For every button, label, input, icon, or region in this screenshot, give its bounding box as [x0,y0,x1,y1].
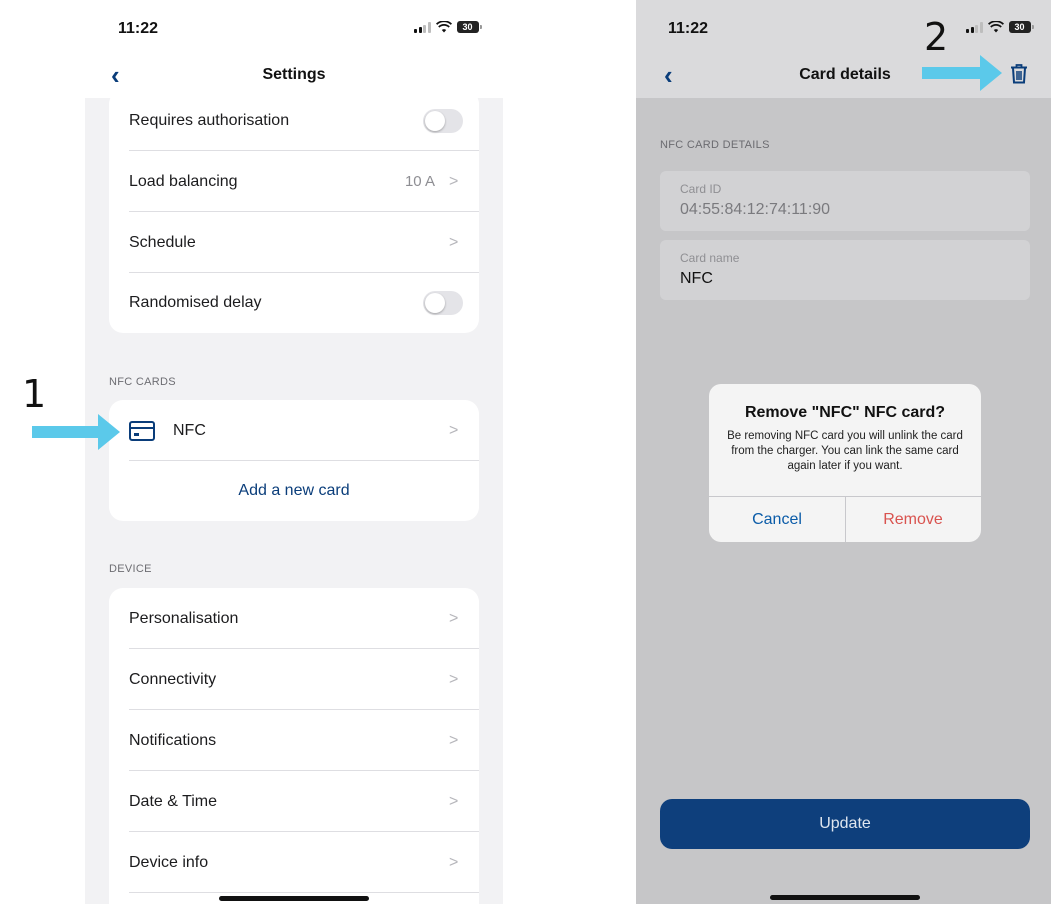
signal-icon [966,21,983,33]
battery-level: 30 [1014,22,1025,32]
settings-card: Requires authorisation Load balancing 10… [109,90,479,333]
settings-row-requires-authorisation: Requires authorisation [129,90,479,151]
step-1-label: 1 [22,372,47,416]
add-new-card-button[interactable]: Add a new card [109,461,479,521]
step-2-arrow [922,67,988,79]
row-label: Randomised delay [129,293,262,311]
home-indicator [770,895,920,900]
chevron-right-icon: > [449,853,459,871]
credit-card-icon [129,420,155,441]
chevron-right-icon: > [449,609,459,627]
nfc-card-label: NFC [173,421,206,439]
status-icons: 30 [966,21,1034,33]
card-name-label: Card name [680,251,740,265]
dialog-title: Remove "NFC" NFC card? [744,404,946,421]
device-row-connectivity[interactable]: Connectivity > [129,649,479,710]
chevron-right-icon: > [449,731,459,749]
settings-screen: 11:22 30 ‹ Settings Requires authorisati… [85,0,503,904]
chevron-right-icon: > [449,792,459,810]
step-2-label: 2 [924,15,949,59]
device-row-notifications[interactable]: Notifications > [129,710,479,771]
chevron-right-icon: > [449,670,459,688]
home-indicator [219,896,369,901]
signal-icon [414,21,431,33]
status-time: 11:22 [668,20,709,37]
card-id-field: Card ID 04:55:84:12:74:11:90 [660,171,1030,231]
settings-row-load-balancing[interactable]: Load balancing 10 A > [129,151,479,212]
device-row-device-info[interactable]: Device info > [129,832,479,893]
row-label: Device info [129,853,209,871]
nfc-card-details-header: NFC CARD DETAILS [660,139,770,151]
nfc-cards-card: NFC > Add a new card [109,400,479,521]
chevron-right-icon: > [449,233,459,251]
arrow-right-icon [98,414,120,450]
device-row-date-time[interactable]: Date & Time > [129,771,479,832]
battery-icon: 30 [456,21,482,33]
trash-icon[interactable] [1010,63,1028,84]
chevron-right-icon: > [449,421,459,439]
remove-card-dialog: Remove "NFC" NFC card? Be removing NFC c… [709,384,981,542]
wifi-icon [987,21,1004,33]
cancel-button[interactable]: Cancel [709,497,845,542]
row-label: Personalisation [129,609,239,627]
requires-authorisation-toggle[interactable] [423,108,463,133]
nfc-cards-header: NFC CARDS [109,376,176,388]
settings-row-schedule[interactable]: Schedule > [129,212,479,273]
wifi-icon [435,21,452,33]
nfc-card-row[interactable]: NFC > [129,400,479,461]
row-label: Connectivity [129,670,217,688]
remove-button[interactable]: Remove [845,497,981,542]
update-button[interactable]: Update [660,799,1030,849]
row-label: Requires authorisation [129,111,290,129]
card-name-value: NFC [680,270,713,287]
battery-icon: 30 [1008,21,1034,33]
page-title: Settings [262,66,326,83]
status-icons: 30 [414,21,482,33]
device-header: DEVICE [109,563,152,575]
row-label: Schedule [129,233,196,251]
status-time: 11:22 [118,20,159,37]
battery-level: 30 [462,22,473,32]
device-row-personalisation[interactable]: Personalisation > [129,588,479,649]
divider [129,892,479,893]
load-balancing-value: 10 A [404,173,435,190]
card-id-value: 04:55:84:12:74:11:90 [680,201,831,218]
arrow-right-icon [980,55,1002,91]
row-label: Date & Time [129,792,218,810]
chevron-right-icon: > [449,172,459,190]
row-label: Load balancing [129,172,238,190]
dialog-message: Be removing NFC card you will unlink the… [727,430,963,472]
card-name-field[interactable]: Card name NFC [660,240,1030,300]
device-card: Personalisation > Connectivity > Notific… [109,588,479,904]
card-id-label: Card ID [680,182,722,196]
row-label: Notifications [129,731,217,749]
settings-row-randomised-delay: Randomised delay [129,272,479,333]
card-details-screen: 11:22 30 ‹ Card details NFC CARD DETAILS… [636,0,1051,904]
randomised-delay-toggle[interactable] [423,290,463,315]
